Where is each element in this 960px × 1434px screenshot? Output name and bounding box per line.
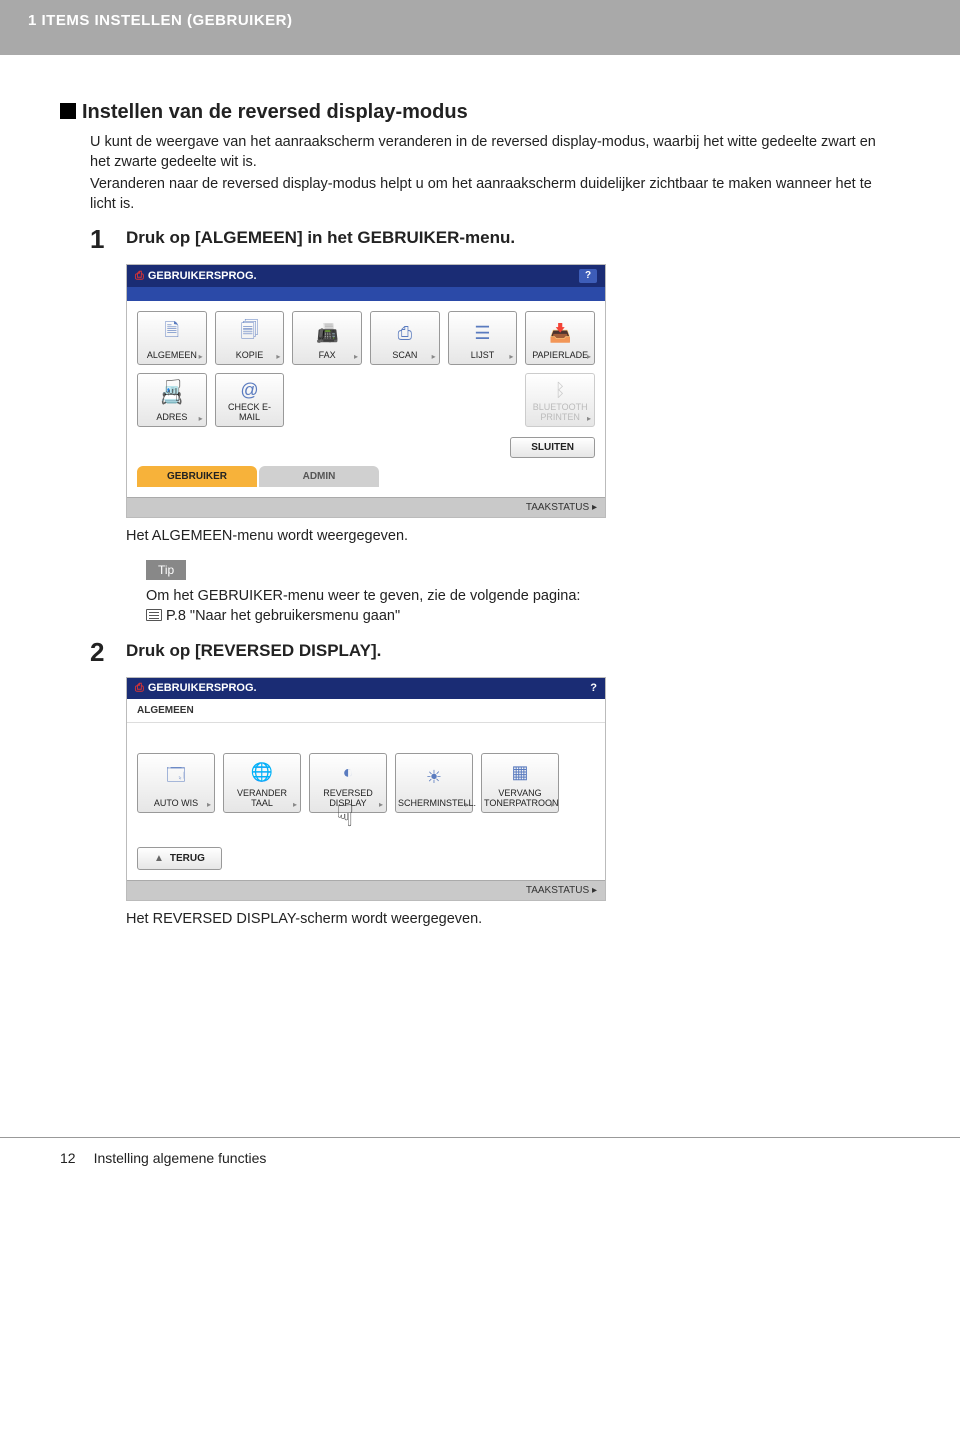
- step-2: 2 Druk op [REVERSED DISPLAY]. ⎙GEBRUIKER…: [90, 637, 900, 927]
- page-number: 12: [60, 1150, 76, 1166]
- chevron-right-icon: ▸: [432, 352, 436, 361]
- chevron-right-icon: ▸: [199, 352, 203, 361]
- button-grid-row-2: 📇ADRES▸ @CHECK E-MAIL ᛒBLUETOOTH PRINTEN…: [137, 373, 595, 427]
- close-row: SLUITEN: [137, 437, 595, 458]
- section-heading: Instellen van de reversed display-modus: [60, 101, 900, 124]
- tab-gebruiker[interactable]: GEBRUIKER: [137, 466, 257, 487]
- tab-admin[interactable]: ADMIN: [259, 466, 379, 487]
- globe-icon: 🌐: [226, 758, 298, 788]
- vervang-tonerpatroon-button[interactable]: ▦VERVANG TONERPATROON▸: [481, 753, 559, 813]
- intro-paragraph-2: Veranderen naar de reversed display-modu…: [90, 174, 900, 214]
- step-2-number: 2: [90, 637, 114, 927]
- chevron-right-icon: ▸: [293, 800, 297, 809]
- scherminstell-button[interactable]: ☀SCHERMINSTELL.▸: [395, 753, 473, 813]
- chevron-right-icon: ▸: [379, 800, 383, 809]
- tip-line-1: Om het GEBRUIKER-menu weer te geven, zie…: [146, 586, 900, 606]
- footer-title: Instelling algemene functies: [94, 1150, 267, 1166]
- sluiten-button[interactable]: SLUITEN: [510, 437, 595, 458]
- check-email-button[interactable]: @CHECK E-MAIL: [215, 373, 285, 427]
- help-button[interactable]: ?: [579, 269, 597, 283]
- help-button[interactable]: ?: [590, 682, 597, 694]
- contrast-icon: ◐: [312, 758, 384, 788]
- intro-paragraph-1: U kunt de weergave van het aanraakscherm…: [90, 132, 900, 172]
- page-header: 1 ITEMS INSTELLEN (GEBRUIKER): [0, 0, 960, 55]
- chevron-right-icon: ▸: [276, 352, 280, 361]
- screenshot-2: ⎙GEBRUIKERSPROG. ? ALGEMEEN 🗔AUTO WIS▸ 🌐…: [126, 669, 606, 901]
- adres-button[interactable]: 📇ADRES▸: [137, 373, 207, 427]
- tray-icon: 📥: [528, 316, 592, 350]
- reversed-display-button[interactable]: ◐REVERSED DISPLAY▸: [309, 753, 387, 813]
- step-2-caption: Het REVERSED DISPLAY-scherm wordt weerge…: [126, 911, 900, 927]
- step-2-body: Druk op [REVERSED DISPLAY]. ⎙GEBRUIKERSP…: [126, 637, 900, 927]
- screenshot-1-content: 🗎ALGEMEEN▸ 🗐KOPIE▸ 📠FAX▸ ⎙SCAN▸ ☰LIJST▸ …: [127, 301, 605, 497]
- book-icon: [146, 609, 162, 621]
- kopie-button[interactable]: 🗐KOPIE▸: [215, 311, 285, 365]
- email-icon: @: [218, 378, 282, 402]
- app-icon: ⎙: [135, 270, 144, 282]
- screenshot-2-title: ⎙GEBRUIKERSPROG.: [135, 682, 257, 695]
- address-icon: 📇: [140, 378, 204, 412]
- screenshot-2-content: 🗔AUTO WIS▸ 🌐VERANDER TAAL▸ ◐REVERSED DIS…: [127, 723, 605, 880]
- page-footer: 12 Instelling algemene functies: [0, 1137, 960, 1186]
- list-icon: ☰: [451, 316, 515, 350]
- screenshot-2-titlebar: ⎙GEBRUIKERSPROG. ?: [127, 678, 605, 699]
- fax-icon: 📠: [295, 316, 359, 350]
- heading-text: Instellen van de reversed display-modus: [82, 101, 468, 123]
- screenshot-2-statusbar: TAAKSTATUS ▸: [127, 880, 605, 900]
- button-grid-row-1: 🗎ALGEMEEN▸ 🗐KOPIE▸ 📠FAX▸ ⎙SCAN▸ ☰LIJST▸ …: [137, 311, 595, 365]
- fax-button[interactable]: 📠FAX▸: [292, 311, 362, 365]
- step-1: 1 Druk op [ALGEMEEN] in het GEBRUIKER-me…: [90, 224, 900, 627]
- step-1-caption: Het ALGEMEEN-menu wordt weergegeven.: [126, 528, 900, 544]
- toner-icon: ▦: [484, 758, 556, 788]
- chevron-right-icon: ▸: [354, 352, 358, 361]
- screenshot-1-tabband: [127, 287, 605, 301]
- step-1-body: Druk op [ALGEMEEN] in het GEBRUIKER-menu…: [126, 224, 900, 627]
- arrow-up-icon: ▲: [154, 853, 164, 864]
- section-title: 1 ITEMS INSTELLEN (GEBRUIKER): [28, 12, 932, 29]
- brightness-icon: ☀: [398, 758, 470, 798]
- step-1-title: Druk op [ALGEMEEN] in het GEBRUIKER-menu…: [126, 228, 900, 248]
- back-row: ▲TERUG: [137, 813, 595, 870]
- breadcrumb: ALGEMEEN: [127, 699, 605, 723]
- app-icon: ⎙: [135, 682, 144, 694]
- page-body: Instellen van de reversed display-modus …: [0, 101, 960, 927]
- scan-icon: ⎙: [373, 316, 437, 350]
- tip-ref-text: P.8 "Naar het gebruikersmenu gaan": [166, 608, 400, 624]
- verander-taal-button[interactable]: 🌐VERANDER TAAL▸: [223, 753, 301, 813]
- bluetooth-icon: ᛒ: [528, 378, 592, 402]
- chevron-right-icon: ▸: [199, 414, 203, 423]
- clear-icon: 🗔: [140, 758, 212, 798]
- tip-block: Tip Om het GEBRUIKER-menu weer te geven,…: [146, 544, 900, 627]
- bluetooth-printen-button: ᛒBLUETOOTH PRINTEN▸: [525, 373, 595, 427]
- user-admin-tabs: GEBRUIKER ADMIN: [137, 466, 595, 487]
- document-icon: 🗎: [140, 316, 204, 350]
- chevron-right-icon: ▸: [587, 352, 591, 361]
- chevron-right-icon: ▸: [592, 885, 597, 896]
- algemeen-button-row: 🗔AUTO WIS▸ 🌐VERANDER TAAL▸ ◐REVERSED DIS…: [137, 753, 595, 813]
- taakstatus-button[interactable]: TAAKSTATUS ▸: [526, 885, 597, 896]
- scan-button[interactable]: ⎙SCAN▸: [370, 311, 440, 365]
- chevron-right-icon: ▸: [509, 352, 513, 361]
- screenshot-1-titlebar: ⎙GEBRUIKERSPROG. ?: [127, 265, 605, 287]
- chevron-right-icon: ▸: [207, 800, 211, 809]
- tip-badge: Tip: [146, 560, 186, 580]
- lijst-button[interactable]: ☰LIJST▸: [448, 311, 518, 365]
- screenshot-1-title: ⎙GEBRUIKERSPROG.: [135, 270, 257, 283]
- algemeen-button[interactable]: 🗎ALGEMEEN▸: [137, 311, 207, 365]
- copy-icon: 🗐: [218, 316, 282, 350]
- chevron-right-icon: ▸: [551, 800, 555, 809]
- chevron-right-icon: ▸: [592, 502, 597, 513]
- papierlade-button[interactable]: 📥PAPIERLADE▸: [525, 311, 595, 365]
- screenshot-1-statusbar: TAAKSTATUS ▸: [127, 497, 605, 517]
- terug-button[interactable]: ▲TERUG: [137, 847, 222, 870]
- chevron-right-icon: ▸: [465, 800, 469, 809]
- screenshot-1: ⎙GEBRUIKERSPROG. ? 🗎ALGEMEEN▸ 🗐KOPIE▸ 📠F…: [126, 256, 606, 518]
- tip-reference: P.8 "Naar het gebruikersmenu gaan": [146, 606, 900, 626]
- chevron-right-icon: ▸: [587, 414, 591, 423]
- step-2-title: Druk op [REVERSED DISPLAY].: [126, 641, 900, 661]
- auto-wis-button[interactable]: 🗔AUTO WIS▸: [137, 753, 215, 813]
- heading-bullet-icon: [60, 103, 76, 119]
- taakstatus-button[interactable]: TAAKSTATUS ▸: [526, 502, 597, 513]
- step-1-number: 1: [90, 224, 114, 627]
